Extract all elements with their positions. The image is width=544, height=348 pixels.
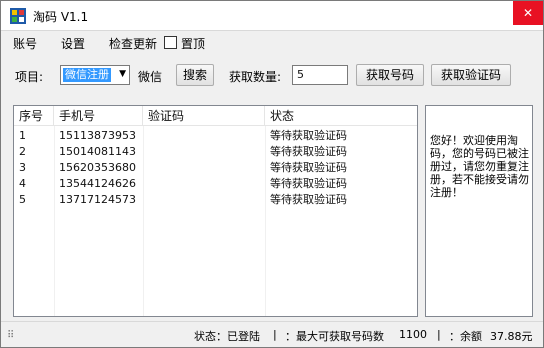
table-row[interactable]: 5 13717124573 等待获取验证码	[14, 192, 417, 208]
cell-index: 2	[19, 145, 26, 158]
notice-text: 您好！欢迎使用淘码，您的号码已被注册过，请您勿重复注册，若不能接受请勿注册！	[430, 134, 529, 199]
cell-status: 等待获取验证码	[270, 193, 347, 206]
app-window: 淘码 V1.1 ✕ 账号 设置 检查更新 置顶 项目: 微信注册 ▼ 微信 搜索…	[0, 0, 544, 348]
cell-status: 等待获取验证码	[270, 129, 347, 142]
menu-account[interactable]: 账号	[13, 35, 37, 52]
cell-code	[143, 192, 265, 208]
cell-phone: 13717124573	[59, 193, 136, 206]
cell-code	[143, 160, 265, 176]
table-row[interactable]: 4 13544124626 等待获取验证码	[14, 176, 417, 192]
cell-index: 4	[19, 177, 26, 190]
project-selected-value: 微信注册	[63, 68, 111, 82]
column-header[interactable]: 手机号	[54, 106, 143, 126]
app-icon	[10, 8, 26, 24]
table-header: 序号 手机号 验证码 状态	[14, 106, 417, 126]
topmost-checkbox[interactable]	[164, 36, 177, 49]
menu-check-update[interactable]: 检查更新	[109, 35, 157, 52]
column-header[interactable]: 验证码	[143, 106, 265, 126]
cell-phone: 15014081143	[59, 145, 136, 158]
chevron-down-icon[interactable]: ▼	[119, 69, 126, 79]
count-label: 获取数量:	[229, 70, 282, 84]
cell-code	[143, 144, 265, 160]
project-label: 项目:	[15, 70, 44, 84]
cell-index: 5	[19, 193, 26, 206]
title-bar: 淘码 V1.1 ✕	[1, 1, 543, 31]
column-header[interactable]: 状态	[265, 106, 417, 126]
cell-phone: 13544124626	[59, 177, 136, 190]
window-title: 淘码 V1.1	[33, 10, 89, 24]
notice-panel: 您好！欢迎使用淘码，您的号码已被注册过，请您勿重复注册，若不能接受请勿注册！	[425, 105, 533, 317]
get-number-button[interactable]: 获取号码	[356, 64, 424, 86]
status-bar: ⠿ 状态：已登陆 | ：最大可获取号码数 1100 | ：余额 37.88元	[1, 321, 543, 347]
cell-status: 等待获取验证码	[270, 161, 347, 174]
balance-label: ：余额	[449, 330, 482, 343]
get-code-button[interactable]: 获取验证码	[431, 64, 511, 86]
cell-status: 等待获取验证码	[270, 177, 347, 190]
cell-code	[143, 128, 265, 144]
project-name: 微信	[138, 70, 163, 84]
cell-phone: 15620353680	[59, 161, 136, 174]
cell-code	[143, 176, 265, 192]
menu-bar: 账号 设置 检查更新 置顶	[1, 32, 543, 54]
topmost-label[interactable]: 置顶	[181, 35, 205, 52]
cell-index: 3	[19, 161, 26, 174]
cell-status: 等待获取验证码	[270, 145, 347, 158]
max-count-label: ：最大可获取号码数	[285, 330, 384, 343]
status-separator: |	[273, 328, 277, 341]
table-row[interactable]: 3 15620353680 等待获取验证码	[14, 160, 417, 176]
column-header[interactable]: 序号	[14, 106, 54, 126]
count-input[interactable]: 5	[292, 65, 348, 85]
table-row[interactable]: 2 15014081143 等待获取验证码	[14, 144, 417, 160]
table-row[interactable]: 1 15113873953 等待获取验证码	[14, 128, 417, 144]
status-separator: |	[437, 328, 441, 341]
search-button[interactable]: 搜索	[176, 64, 214, 86]
balance-value: 37.88元	[490, 330, 533, 343]
cell-phone: 15113873953	[59, 129, 136, 142]
login-status: 状态：已登陆	[194, 330, 260, 343]
cell-index: 1	[19, 129, 26, 142]
number-table[interactable]: 序号 手机号 验证码 状态 1 15113873953 等待获取验证码 2 15…	[13, 105, 418, 317]
menu-settings[interactable]: 设置	[61, 35, 85, 52]
project-select[interactable]: 微信注册 ▼	[60, 65, 130, 85]
close-icon: ✕	[522, 6, 534, 20]
close-button[interactable]: ✕	[513, 1, 543, 25]
max-count-value: 1100	[399, 328, 427, 341]
resize-grip-icon[interactable]: ⠿	[7, 330, 14, 341]
